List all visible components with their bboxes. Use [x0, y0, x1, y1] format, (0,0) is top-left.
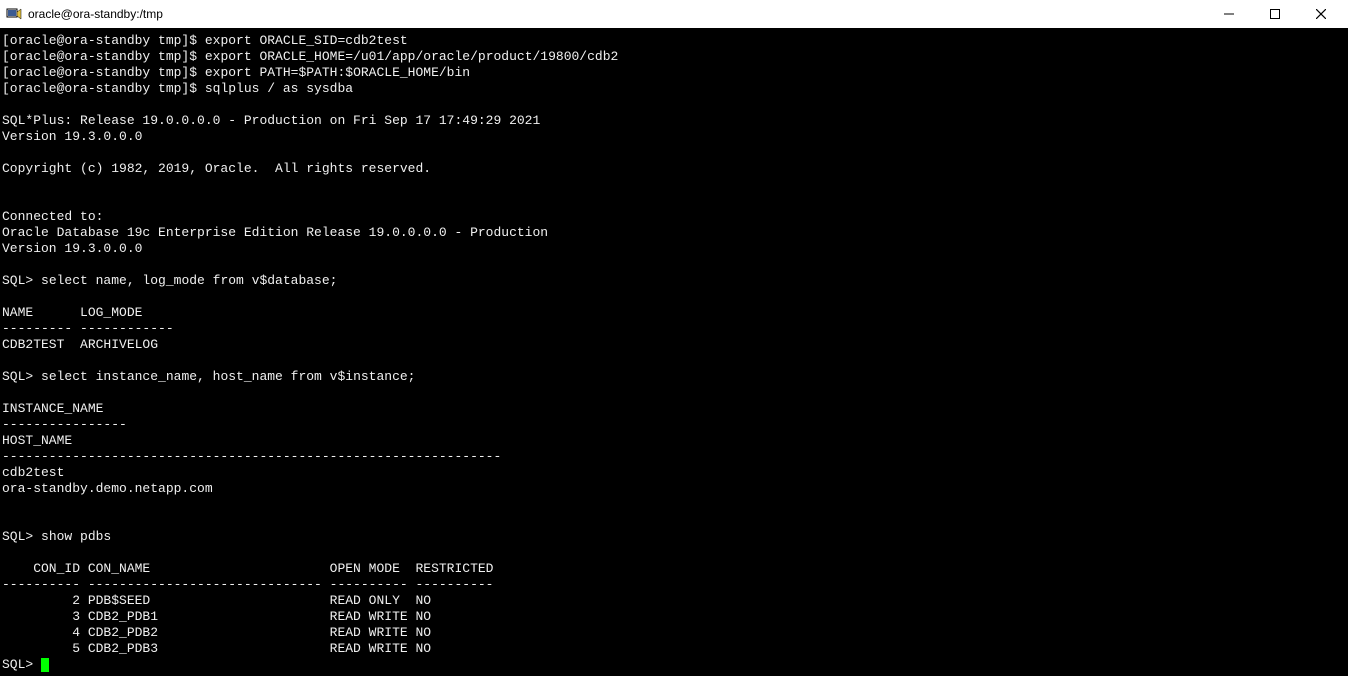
- sql-line: SQL> select instance_name, host_name fro…: [2, 369, 415, 384]
- table-row: ora-standby.demo.netapp.com: [2, 481, 213, 496]
- table-sep: ----------------: [2, 417, 127, 432]
- table-sep: --------- ------------: [2, 321, 174, 336]
- putty-icon: [6, 6, 22, 22]
- table-header: CON_ID CON_NAME OPEN MODE RESTRICTED: [2, 561, 493, 576]
- cursor: [41, 658, 49, 672]
- sql-prompt: SQL>: [2, 657, 41, 672]
- table-header: INSTANCE_NAME: [2, 401, 103, 416]
- window-controls: [1206, 0, 1344, 28]
- sql-line: SQL> select name, log_mode from v$databa…: [2, 273, 337, 288]
- table-sep: ----------------------------------------…: [2, 449, 501, 464]
- shell-line: [oracle@ora-standby tmp]$ export PATH=$P…: [2, 65, 470, 80]
- table-row: 3 CDB2_PDB1 READ WRITE NO: [2, 609, 431, 624]
- sql-line: SQL> show pdbs: [2, 529, 111, 544]
- sqlplus-version: Version 19.3.0.0.0: [2, 129, 142, 144]
- close-button[interactable]: [1298, 0, 1344, 28]
- window-title: oracle@ora-standby:/tmp: [28, 7, 1206, 21]
- shell-line: [oracle@ora-standby tmp]$ sqlplus / as s…: [2, 81, 353, 96]
- connected-db: Oracle Database 19c Enterprise Edition R…: [2, 225, 548, 240]
- minimize-button[interactable]: [1206, 0, 1252, 28]
- maximize-button[interactable]: [1252, 0, 1298, 28]
- table-row: CDB2TEST ARCHIVELOG: [2, 337, 158, 352]
- table-sep: ---------- -----------------------------…: [2, 577, 493, 592]
- shell-line: [oracle@ora-standby tmp]$ export ORACLE_…: [2, 33, 408, 48]
- table-header: HOST_NAME: [2, 433, 72, 448]
- titlebar: oracle@ora-standby:/tmp: [0, 0, 1348, 29]
- sqlplus-copyright: Copyright (c) 1982, 2019, Oracle. All ri…: [2, 161, 431, 176]
- table-row: 5 CDB2_PDB3 READ WRITE NO: [2, 641, 431, 656]
- table-row: 4 CDB2_PDB2 READ WRITE NO: [2, 625, 431, 640]
- table-row: cdb2test: [2, 465, 64, 480]
- table-header: NAME LOG_MODE: [2, 305, 142, 320]
- sqlplus-banner: SQL*Plus: Release 19.0.0.0.0 - Productio…: [2, 113, 540, 128]
- shell-line: [oracle@ora-standby tmp]$ export ORACLE_…: [2, 49, 618, 64]
- terminal-area[interactable]: [oracle@ora-standby tmp]$ export ORACLE_…: [0, 29, 1348, 676]
- connected-version: Version 19.3.0.0.0: [2, 241, 142, 256]
- connected-label: Connected to:: [2, 209, 103, 224]
- table-row: 2 PDB$SEED READ ONLY NO: [2, 593, 431, 608]
